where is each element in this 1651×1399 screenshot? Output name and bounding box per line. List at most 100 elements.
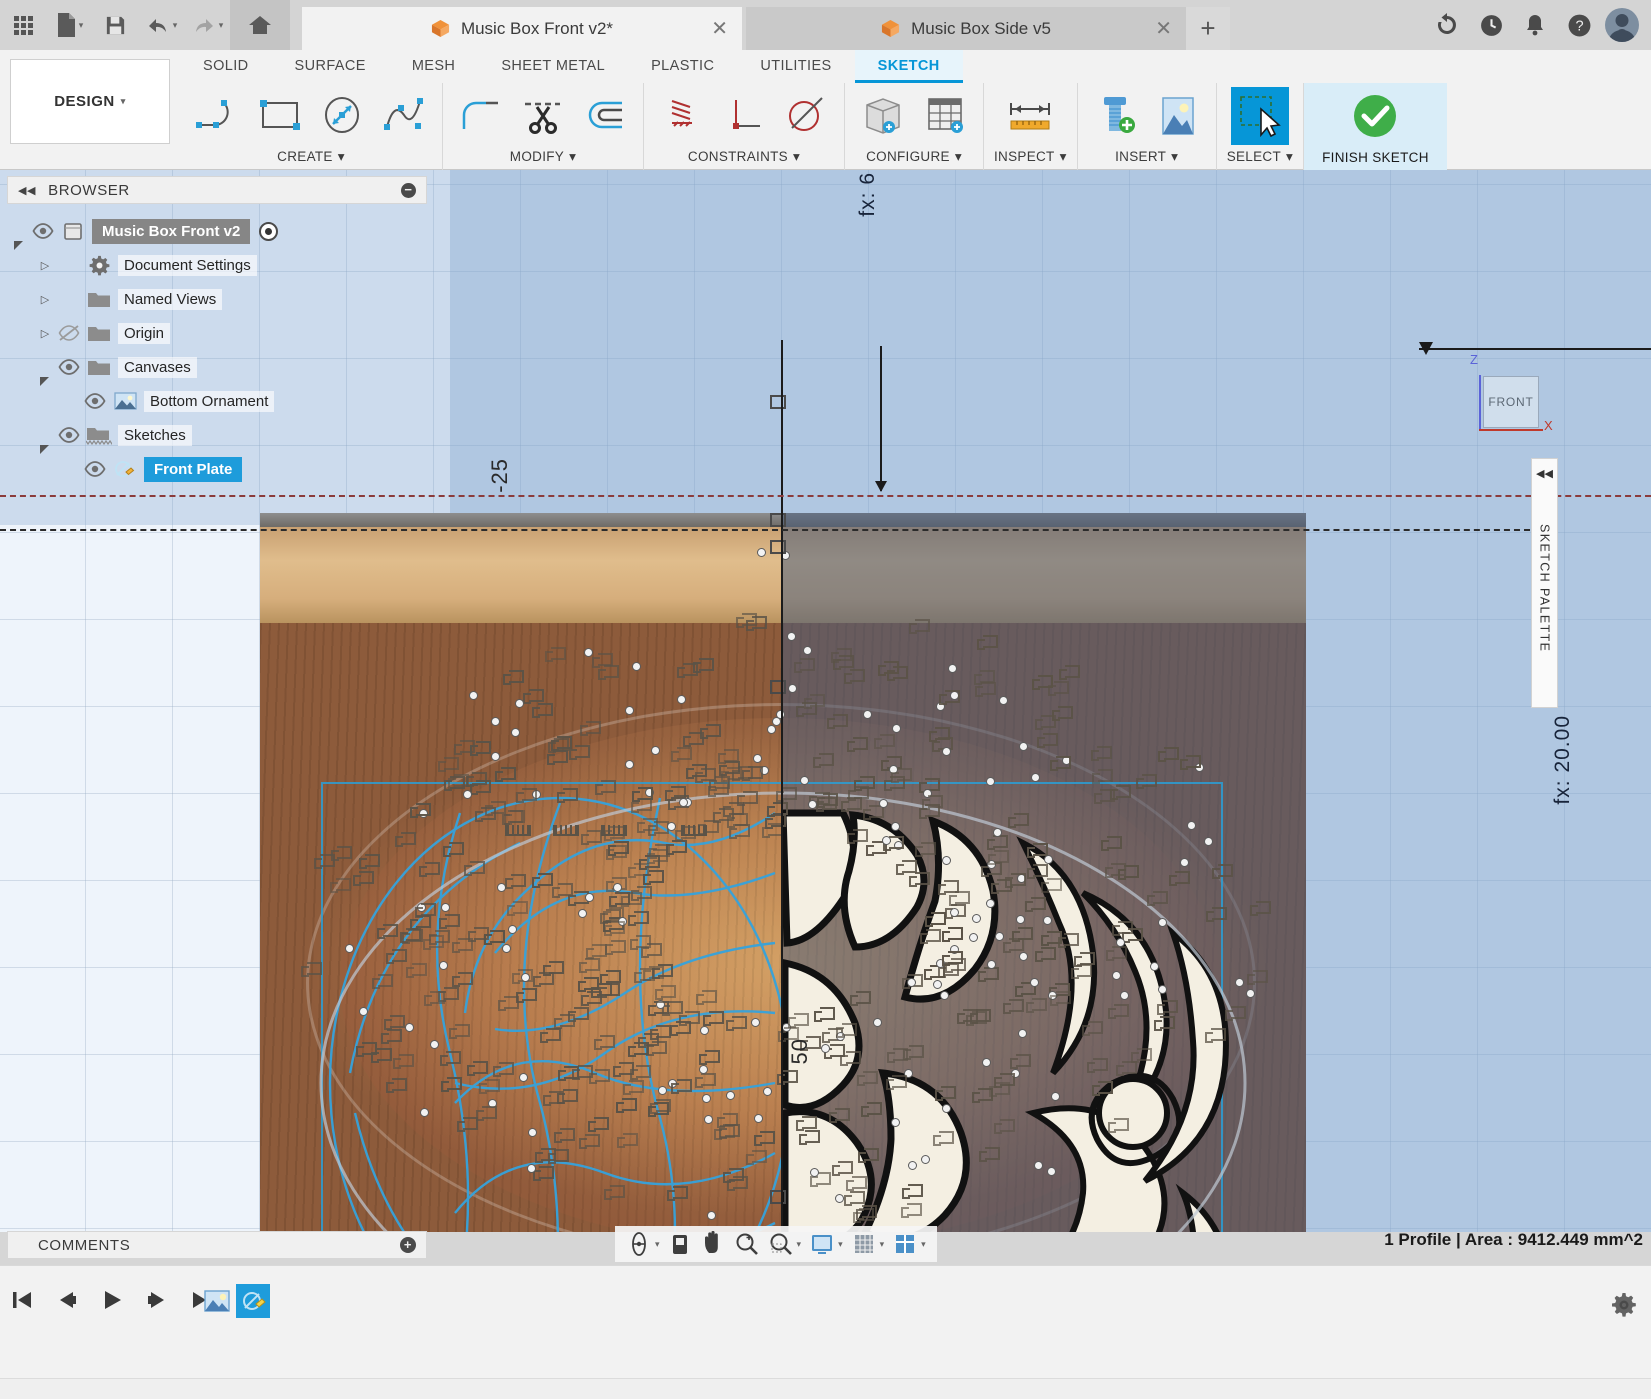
expand-arrow-icon[interactable]: ▷: [36, 327, 54, 340]
panel-constraints-label[interactable]: CONSTRAINTS ▾: [654, 149, 834, 170]
visibility-eye-icon[interactable]: [54, 359, 84, 375]
panel-finish-sketch[interactable]: FINISH SKETCH: [1304, 83, 1447, 170]
add-comment-icon[interactable]: +: [400, 1237, 416, 1253]
redo-icon[interactable]: ▾: [184, 2, 230, 48]
configure-table-icon[interactable]: [917, 89, 973, 143]
account-avatar[interactable]: [1605, 8, 1639, 42]
spline-icon[interactable]: [376, 89, 432, 143]
new-file-icon[interactable]: ▾: [46, 2, 92, 48]
tab-solid[interactable]: SOLID: [180, 50, 272, 83]
tree-item-music-box-front-v2[interactable]: Music Box Front v2: [10, 214, 440, 250]
timeline-canvas-feature[interactable]: [200, 1284, 234, 1318]
horizontal-scrollbar[interactable]: [0, 1378, 1651, 1399]
coincident-constraint-glyph: [827, 713, 849, 729]
document-tab-inactive[interactable]: Music Box Side v5 ✕: [746, 7, 1186, 50]
panel-finish-sketch-label[interactable]: FINISH SKETCH: [1322, 150, 1429, 170]
expand-arrow-icon[interactable]: ▷: [36, 259, 54, 272]
pan-hand-icon[interactable]: [697, 1228, 729, 1260]
tab-surface[interactable]: SURFACE: [272, 50, 389, 83]
notifications-icon[interactable]: [1517, 2, 1553, 48]
design-workspace-button[interactable]: DESIGN ▾: [10, 59, 170, 144]
help-icon[interactable]: ?: [1561, 2, 1597, 48]
new-tab-button[interactable]: +: [1186, 7, 1230, 50]
step-back-button[interactable]: [53, 1286, 81, 1314]
dimension-label-50[interactable]: 50: [787, 1038, 813, 1064]
close-icon[interactable]: ✕: [1155, 19, 1172, 39]
tree-item-canvases[interactable]: Canvases: [10, 350, 440, 386]
insert-mcmaster-icon[interactable]: [1088, 89, 1144, 143]
dimension-label-fx6[interactable]: fx: 6: [856, 172, 880, 217]
circle-icon[interactable]: [314, 89, 370, 143]
tab-utilities[interactable]: UTILITIES: [737, 50, 854, 83]
view-cube[interactable]: FRONT: [1483, 376, 1539, 428]
tree-item-origin[interactable]: ▷ Origin: [10, 316, 440, 350]
sketch-palette-tab[interactable]: ◀◀ SKETCH PALETTE: [1531, 458, 1558, 708]
sketch-point: [1157, 917, 1167, 927]
display-settings-icon[interactable]: ▾: [806, 1228, 846, 1260]
perpendicular-icon[interactable]: [716, 89, 772, 143]
minimize-icon[interactable]: −: [401, 182, 416, 198]
save-icon[interactable]: [92, 2, 138, 48]
sketch-point: [679, 798, 688, 807]
play-button[interactable]: [98, 1286, 126, 1314]
panel-create-label[interactable]: CREATE ▾: [190, 149, 432, 170]
close-icon[interactable]: ✕: [711, 19, 728, 39]
collapse-icon[interactable]: ◀◀: [18, 184, 36, 197]
tree-item-sketches[interactable]: Sketches: [10, 418, 440, 454]
expand-arrow-icon[interactable]: ▷: [36, 293, 54, 306]
visibility-eye-icon[interactable]: [28, 223, 58, 239]
tab-mesh[interactable]: MESH: [389, 50, 479, 83]
dimension-label-minus25[interactable]: -25: [487, 458, 513, 493]
collapse-icon[interactable]: ◀◀: [1536, 467, 1553, 480]
tree-item-bottom-ornament[interactable]: Bottom Ornament: [10, 384, 440, 418]
undo-icon[interactable]: ▾: [138, 2, 184, 48]
home-icon[interactable]: [230, 0, 290, 50]
viewports-icon[interactable]: ▾: [889, 1228, 929, 1260]
visibility-eye-icon[interactable]: [54, 325, 84, 341]
step-forward-button[interactable]: [143, 1286, 171, 1314]
job-status-icon[interactable]: [1473, 2, 1509, 48]
sketch-geometry-ornament[interactable]: [260, 513, 1306, 1232]
tree-item-front-plate[interactable]: Front Plate: [10, 452, 440, 486]
timeline-settings-gear-icon[interactable]: [1611, 1292, 1637, 1323]
offset-icon[interactable]: [577, 89, 633, 143]
tree-item-named-views[interactable]: ▷ Named Views: [10, 282, 440, 316]
configure-part-icon[interactable]: [855, 89, 911, 143]
comments-panel[interactable]: COMMENTS +: [7, 1231, 427, 1259]
zoom-in-icon[interactable]: [731, 1228, 763, 1260]
line-icon[interactable]: [190, 89, 246, 143]
document-tab-active[interactable]: Music Box Front v2* ✕: [302, 7, 742, 50]
refresh-icon[interactable]: [1429, 2, 1465, 48]
insert-canvas-icon[interactable]: [1150, 89, 1206, 143]
coincident-constraint-glyph: [920, 928, 942, 944]
panel-configure-label[interactable]: CONFIGURE ▾: [855, 149, 973, 170]
orbit-icon[interactable]: ▾: [623, 1228, 663, 1260]
tab-sheet-metal[interactable]: SHEET METAL: [478, 50, 628, 83]
go-to-beginning-button[interactable]: [8, 1286, 36, 1314]
visibility-eye-icon[interactable]: [54, 427, 84, 443]
panel-select-label[interactable]: SELECT ▾: [1227, 149, 1293, 170]
rectangle-icon[interactable]: [252, 89, 308, 143]
timeline-sketch-feature[interactable]: [236, 1284, 270, 1318]
visibility-eye-icon[interactable]: [80, 461, 110, 477]
horizontal-vertical-icon[interactable]: [654, 89, 710, 143]
visibility-eye-icon[interactable]: [80, 393, 110, 409]
tree-item-document-settings[interactable]: ▷ Document Settings: [10, 248, 440, 282]
activate-component-radio[interactable]: [259, 221, 279, 241]
panel-modify-label[interactable]: MODIFY ▾: [453, 149, 633, 170]
select-cursor-icon[interactable]: [1230, 87, 1289, 145]
measure-icon[interactable]: [994, 89, 1066, 143]
look-at-icon[interactable]: [665, 1228, 695, 1260]
grid-snaps-icon[interactable]: ▾: [848, 1228, 888, 1260]
panel-insert-label[interactable]: INSERT ▾: [1088, 149, 1206, 170]
panel-inspect-label[interactable]: INSPECT ▾: [994, 149, 1067, 170]
fillet-icon[interactable]: [453, 89, 509, 143]
tangent-icon[interactable]: [778, 89, 834, 143]
tab-plastic[interactable]: PLASTIC: [628, 50, 737, 83]
dimension-label-fx20[interactable]: fx: 20.00: [1551, 715, 1575, 805]
zoom-window-icon[interactable]: ▾: [765, 1228, 805, 1260]
green-check-icon[interactable]: [1340, 89, 1410, 143]
trim-scissors-icon[interactable]: [515, 89, 571, 143]
app-grid-icon[interactable]: [0, 2, 46, 48]
tab-sketch[interactable]: SKETCH: [854, 50, 963, 83]
